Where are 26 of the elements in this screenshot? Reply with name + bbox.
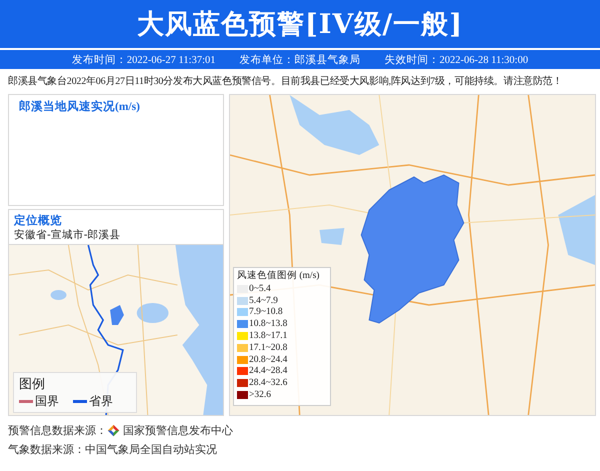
warning-title: 大风蓝色预警[IV级/一般] bbox=[137, 8, 463, 42]
legend-label: 13.8~17.1 bbox=[249, 331, 288, 342]
legend-label: 国界 bbox=[35, 393, 59, 410]
legend-label: 7.9~10.8 bbox=[249, 307, 283, 318]
source-value: 国家预警信息发布中心 bbox=[123, 423, 233, 438]
legend-label: 10.8~13.8 bbox=[249, 319, 288, 330]
source-value: 中国气象局全国自动站实况 bbox=[85, 442, 217, 457]
legend-label: 20.8~24.4 bbox=[249, 354, 288, 365]
legend-title: 图例 bbox=[19, 376, 46, 393]
legend-label: 24.4~28.4 bbox=[249, 366, 288, 376]
meta-text: 发布时间：2022-06-27 11:37:01 bbox=[72, 53, 216, 66]
legend-label: 17.1~20.8 bbox=[249, 342, 288, 353]
legend-label: 28.4~32.6 bbox=[249, 378, 288, 388]
panel-title: 定位概览 bbox=[12, 213, 63, 228]
warning-message: 郎溪县气象台2022年06月27日11时30分发布大风蓝色预警信号。目前我县已经受大风影响,阵风达到7级，可能持续。请注意防范！ bbox=[7, 74, 564, 89]
panel-title: 郎溪当地风速实况(m/s) bbox=[18, 99, 141, 114]
diamond-logo-icon bbox=[107, 424, 120, 437]
legend-title: 风速色值图例 (m/s) bbox=[237, 269, 320, 282]
legend-label: 省界 bbox=[89, 393, 113, 410]
legend-label: 5.4~7.9 bbox=[249, 296, 278, 306]
legend-label: 0~5.4 bbox=[249, 284, 271, 294]
source-label: 气象数据来源： bbox=[8, 442, 85, 457]
legend-label: >32.6 bbox=[249, 390, 271, 400]
source-label: 预警信息数据来源： bbox=[8, 423, 107, 438]
meta-text: 发布单位：郎溪县气象局 bbox=[240, 53, 360, 66]
meta-text: 失效时间：2022-06-28 11:30:00 bbox=[384, 53, 528, 66]
